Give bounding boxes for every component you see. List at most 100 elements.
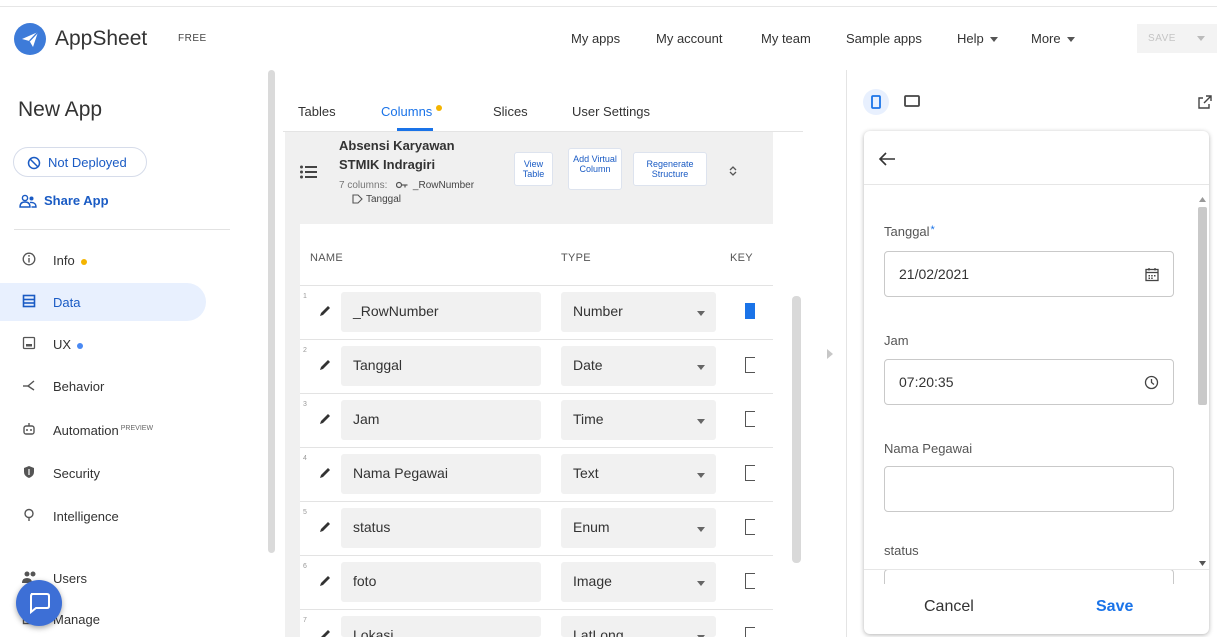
column-type-select[interactable]: Time <box>561 400 716 440</box>
nav-my-apps[interactable]: My apps <box>571 31 620 46</box>
row-number: 7 <box>303 617 307 624</box>
key-icon <box>396 182 408 189</box>
column-name-field[interactable]: _RowNumber <box>341 292 541 332</box>
appsheet-logo-icon[interactable] <box>14 23 46 55</box>
nav-more-label: More <box>1031 31 1061 46</box>
scroll-up-icon[interactable] <box>1199 197 1206 202</box>
tablet-icon[interactable] <box>904 94 920 108</box>
tab-user-settings[interactable]: User Settings <box>572 104 650 119</box>
chevron-down-icon <box>1066 37 1075 43</box>
sidebar-item-security[interactable]: Security <box>0 454 206 492</box>
date-value: 21/02/2021 <box>899 266 970 282</box>
column-name-field[interactable]: Nama Pegawai <box>341 454 541 494</box>
key-checkbox[interactable] <box>745 357 755 373</box>
sidebar-scrollbar[interactable] <box>268 70 275 553</box>
column-type-select[interactable]: Date <box>561 346 716 386</box>
sidebar-item-behavior[interactable]: Behavior <box>0 367 206 405</box>
mobile-preview-toggle[interactable] <box>863 89 889 115</box>
list-icon[interactable] <box>300 165 318 179</box>
edit-pencil-icon[interactable] <box>318 358 332 372</box>
ux-icon <box>22 336 36 350</box>
row-number: 6 <box>303 563 307 570</box>
time-field[interactable]: 07:20:35 <box>884 359 1174 405</box>
column-name-field[interactable]: foto <box>341 562 541 602</box>
tab-tables[interactable]: Tables <box>298 104 336 119</box>
field-label: Tanggal* <box>884 224 935 239</box>
nav-my-team[interactable]: My team <box>761 31 811 46</box>
field-label: Jam <box>884 333 909 348</box>
expand-preview-icon[interactable] <box>827 349 833 359</box>
sidebar-item-info[interactable]: Info <box>0 241 206 279</box>
key-checkbox[interactable] <box>745 411 755 427</box>
column-name-field[interactable]: Tanggal <box>341 346 541 386</box>
edit-pencil-icon[interactable] <box>318 304 332 318</box>
row-number: 2 <box>303 347 307 354</box>
date-field[interactable]: 21/02/2021 <box>884 251 1174 297</box>
unsaved-dot <box>80 258 87 265</box>
column-type-select[interactable]: Text <box>561 454 716 494</box>
sidebar-item-data[interactable]: Data <box>0 283 206 321</box>
behavior-icon <box>23 380 35 391</box>
column-type-select[interactable]: Number <box>561 292 716 332</box>
row-divider <box>300 447 773 448</box>
tab-columns[interactable]: Columns <box>381 104 443 119</box>
deploy-status-button[interactable]: Not Deployed <box>13 147 147 177</box>
column-type-select[interactable]: Enum <box>561 508 716 548</box>
sidebar-item-label: Intelligence <box>53 509 119 524</box>
chevron-down-icon <box>697 581 705 586</box>
edit-pencil-icon[interactable] <box>318 574 332 588</box>
open-new-window-icon[interactable] <box>1198 95 1212 109</box>
edit-pencil-icon[interactable] <box>318 466 332 480</box>
share-app-link[interactable]: Share App <box>19 193 109 208</box>
chat-support-button[interactable] <box>16 580 62 626</box>
edit-pencil-icon[interactable] <box>318 520 332 534</box>
label-column: Tanggal <box>352 194 401 205</box>
save-options-button[interactable] <box>1187 24 1217 53</box>
calendar-icon[interactable] <box>1145 267 1159 282</box>
key-checkbox[interactable] <box>745 465 755 481</box>
add-virtual-column-button[interactable]: Add Virtual Column <box>568 148 622 190</box>
brand-name[interactable]: AppSheet <box>55 27 147 51</box>
expand-collapse-icon[interactable] <box>729 165 737 177</box>
header-key: KEY <box>730 252 753 264</box>
nav-more[interactable]: More <box>1031 31 1075 46</box>
save-button[interactable]: SAVE <box>1137 24 1187 53</box>
nav-sample-apps[interactable]: Sample apps <box>846 31 922 46</box>
save-form-button[interactable]: Save <box>1096 598 1133 616</box>
nav-help-label: Help <box>957 31 984 46</box>
column-name-field[interactable]: Lokasi <box>341 616 541 637</box>
sidebar-item-ux[interactable]: UX <box>0 325 206 363</box>
clock-icon[interactable] <box>1144 375 1159 390</box>
edit-pencil-icon[interactable] <box>318 412 332 426</box>
key-checkbox[interactable] <box>745 627 755 637</box>
nav-help[interactable]: Help <box>957 31 998 46</box>
row-divider <box>300 393 773 394</box>
tab-slices[interactable]: Slices <box>493 104 528 119</box>
sidebar-item-intelligence[interactable]: Intelligence <box>0 497 206 535</box>
column-type-select[interactable]: LatLong <box>561 616 716 637</box>
cancel-button[interactable]: Cancel <box>924 598 974 616</box>
column-name-field[interactable]: status <box>341 508 541 548</box>
row-divider <box>300 339 773 340</box>
column-type-value: Enum <box>573 519 610 535</box>
row-divider <box>300 285 773 286</box>
column-type-select[interactable]: Image <box>561 562 716 602</box>
regenerate-structure-button[interactable]: Regenerate Structure <box>633 152 707 186</box>
text-field[interactable] <box>884 466 1174 512</box>
nav-my-account[interactable]: My account <box>656 31 722 46</box>
key-checkbox[interactable] <box>745 303 755 319</box>
key-checkbox[interactable] <box>745 519 755 535</box>
preview-scrollbar[interactable] <box>1196 197 1209 566</box>
scroll-thumb[interactable] <box>1198 207 1207 405</box>
edit-pencil-icon[interactable] <box>318 628 332 637</box>
view-table-button[interactable]: View Table <box>514 152 553 186</box>
field-label: status <box>884 543 919 558</box>
scroll-down-icon[interactable] <box>1199 561 1206 566</box>
columns-scrollbar[interactable] <box>792 296 801 563</box>
sidebar-item-label: Security <box>53 466 100 481</box>
sidebar-item-automation[interactable]: Automation PREVIEW <box>0 411 206 449</box>
key-checkbox[interactable] <box>745 573 755 589</box>
back-arrow-icon[interactable] <box>878 152 896 166</box>
column-type-value: Date <box>573 357 603 373</box>
column-name-field[interactable]: Jam <box>341 400 541 440</box>
